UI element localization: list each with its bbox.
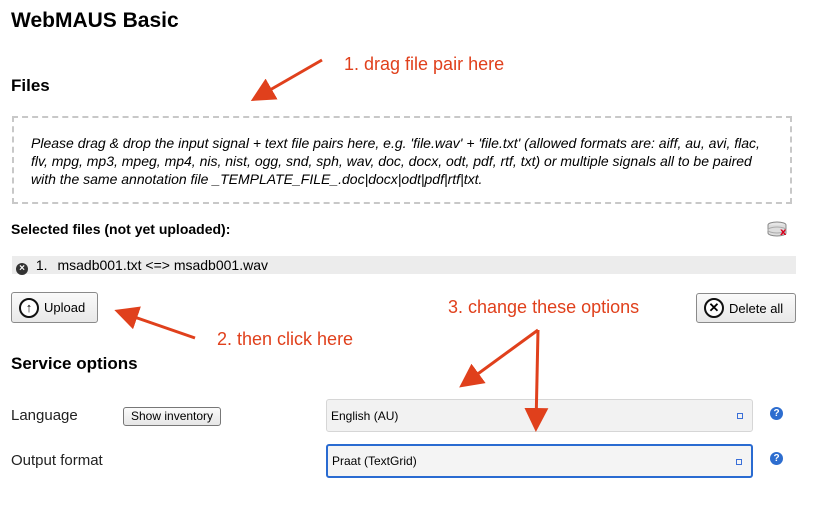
arrow-to-upload	[114, 306, 196, 340]
annotation-arrows	[114, 58, 549, 432]
arrow-to-output-format	[524, 329, 549, 432]
arrow-to-dropzone	[250, 58, 323, 101]
arrow-to-language	[459, 328, 539, 388]
